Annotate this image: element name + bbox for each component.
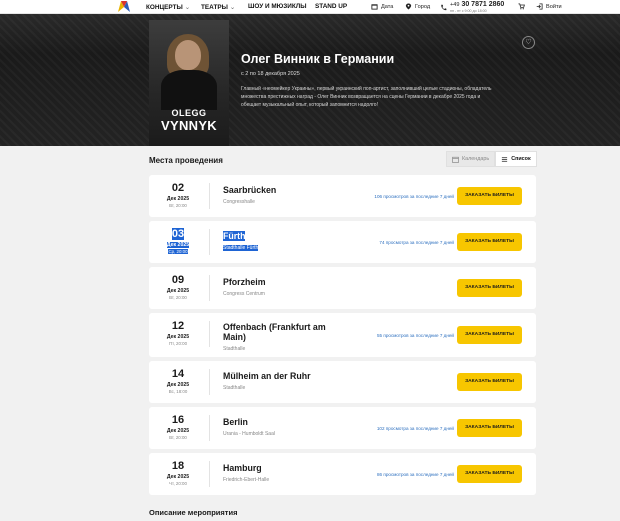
event-venue: Urania - Humboldt Saal (223, 431, 275, 437)
list-icon (502, 156, 508, 162)
views-counter: 106 просмотров за последние 7 дней (374, 194, 454, 199)
phone-icon (441, 4, 447, 10)
event-weekday-time: Вс, 18:00 (168, 389, 188, 394)
page-title: Олег Винник в Германии (241, 52, 395, 66)
event-venue: Congresshalle (223, 199, 255, 205)
event-row: 14 Дек 2025 Вс, 18:00 Mülheim an der Ruh… (149, 361, 536, 403)
event-city[interactable]: Offenbach (Frankfurt am Main) (223, 322, 343, 342)
login-button[interactable]: Войти (536, 3, 562, 10)
event-row: 12 Дек 2025 Пт, 20:00 Offenbach (Frankfu… (149, 313, 536, 357)
event-day: 12 (171, 320, 185, 332)
chevron-down-icon: ⌄ (229, 4, 236, 11)
event-month: Дек 2025 (166, 428, 190, 434)
cart-icon (518, 3, 525, 10)
event-day: 02 (171, 182, 185, 194)
event-weekday-time: Чт, 20:00 (169, 481, 187, 486)
event-weekday-time: Вт, 20:00 (169, 295, 187, 300)
location-pin-icon (405, 3, 412, 10)
calendar-icon (371, 4, 378, 10)
top-nav: КОНЦЕРТЫ ⌄ ТЕАТРЫ ⌄ ШОУ И МЮЗИКЛЫ STAND UP… (0, 0, 620, 14)
event-day: 16 (171, 414, 185, 426)
buy-tickets-button[interactable]: ЗАКАЗАТЬ БИЛЕТЫ (457, 419, 522, 437)
nav-concerts[interactable]: КОНЦЕРТЫ ⌄ (146, 3, 190, 11)
calendar-icon (452, 156, 459, 163)
buy-tickets-button[interactable]: ЗАКАЗАТЬ БИЛЕТЫ (457, 187, 522, 205)
event-weekday-time: Вт, 20:00 (169, 203, 187, 208)
view-calendar-button[interactable]: Календарь (446, 151, 496, 167)
event-weekday-time: Ср, 20:00 (168, 249, 188, 254)
cart-button[interactable] (518, 3, 525, 10)
views-counter: 55 просмотров за последние 7 дней (376, 333, 454, 338)
views-counter: 74 просмотра за последние 7 дней (379, 240, 454, 245)
event-row: 02 Дек 2025 Вт, 20:00 Saarbrücken Congre… (149, 175, 536, 217)
event-venue: Friedrich-Ebert-Halle (223, 477, 270, 483)
event-city[interactable]: Berlin (223, 417, 248, 427)
poster-text-last: VYNNYK (161, 118, 217, 133)
login-icon (536, 3, 543, 10)
event-city[interactable]: Mülheim an der Ruhr (223, 371, 311, 381)
event-city[interactable]: Hamburg (223, 463, 262, 473)
event-venue: Congress Centrum (223, 291, 265, 297)
event-day: 09 (171, 274, 185, 286)
buy-tickets-button[interactable]: ЗАКАЗАТЬ БИЛЕТЫ (457, 373, 522, 391)
site-logo-icon[interactable] (118, 1, 130, 12)
event-month: Дек 2025 (166, 242, 190, 248)
event-day: 18 (171, 460, 185, 472)
nav-shows[interactable]: ШОУ И МЮЗИКЛЫ (248, 3, 307, 10)
event-weekday-time: Пт, 20:00 (168, 341, 188, 346)
chevron-down-icon: ⌄ (184, 4, 191, 11)
city-filter[interactable]: Город (405, 3, 430, 10)
buy-tickets-button[interactable]: ЗАКАЗАТЬ БИЛЕТЫ (457, 465, 522, 483)
event-dates: с 2 по 18 декабря 2025 (241, 71, 300, 77)
buy-tickets-button[interactable]: ЗАКАЗАТЬ БИЛЕТЫ (457, 326, 522, 344)
poster-text-first: OLEGG (171, 108, 207, 118)
event-month: Дек 2025 (166, 196, 190, 202)
nav-standup[interactable]: STAND UP (315, 3, 347, 10)
phone-contact[interactable]: +49 30 7871 2860 пн - пт с 9:00 до 18:00 (440, 1, 504, 13)
event-row: 09 Дек 2025 Вт, 20:00 Pforzheim Congress… (149, 267, 536, 309)
description-heading: Описание мероприятия (149, 508, 238, 517)
event-month: Дек 2025 (166, 288, 190, 294)
event-city[interactable]: Pforzheim (223, 277, 266, 287)
view-list-button[interactable]: Список (495, 151, 537, 167)
phone-number: +49 30 7871 2860 (450, 1, 505, 8)
nav-theaters[interactable]: ТЕАТРЫ ⌄ (201, 3, 235, 11)
event-month: Дек 2025 (166, 474, 190, 480)
venues-heading: Места проведения (149, 156, 223, 165)
event-month: Дек 2025 (166, 334, 190, 340)
views-counter: 86 просмотров за последние 7 дней (376, 472, 454, 477)
favorite-heart-icon[interactable]: ♡ (522, 36, 535, 49)
event-city[interactable]: Saarbrücken (223, 185, 276, 195)
event-weekday-time: Вт, 20:00 (169, 435, 187, 440)
event-city[interactable]: Fürth (223, 231, 246, 241)
event-row: 03 Дек 2025 Ср, 20:00 Fürth Stadthalle F… (149, 221, 536, 263)
event-summary: Главный «неомейкер Украины», первый укра… (241, 86, 492, 108)
event-row: 16 Дек 2025 Вт, 20:00 Berlin Urania - Hu… (149, 407, 536, 449)
phone-hours: пн - пт с 9:00 до 18:00 (450, 9, 487, 13)
event-day: 03 (171, 228, 185, 240)
event-hero: ♡ (0, 14, 620, 146)
date-filter[interactable]: Дата (371, 3, 393, 10)
buy-tickets-button[interactable]: ЗАКАЗАТЬ БИЛЕТЫ (457, 279, 522, 297)
views-counter: 102 просмотра за последние 7 дней (376, 426, 454, 431)
event-poster-image: OLEGG VYNNYK (149, 20, 229, 146)
event-month: Дек 2025 (166, 382, 190, 388)
event-day: 14 (171, 368, 185, 380)
event-venue: Stadthalle (223, 346, 246, 352)
event-row: 18 Дек 2025 Чт, 20:00 Hamburg Friedrich-… (149, 453, 536, 495)
event-venue: Stadthalle (223, 385, 246, 391)
view-toggle: Календарь Список (446, 151, 537, 167)
event-venue: Stadthalle Fürth (223, 245, 259, 251)
buy-tickets-button[interactable]: ЗАКАЗАТЬ БИЛЕТЫ (457, 233, 522, 251)
